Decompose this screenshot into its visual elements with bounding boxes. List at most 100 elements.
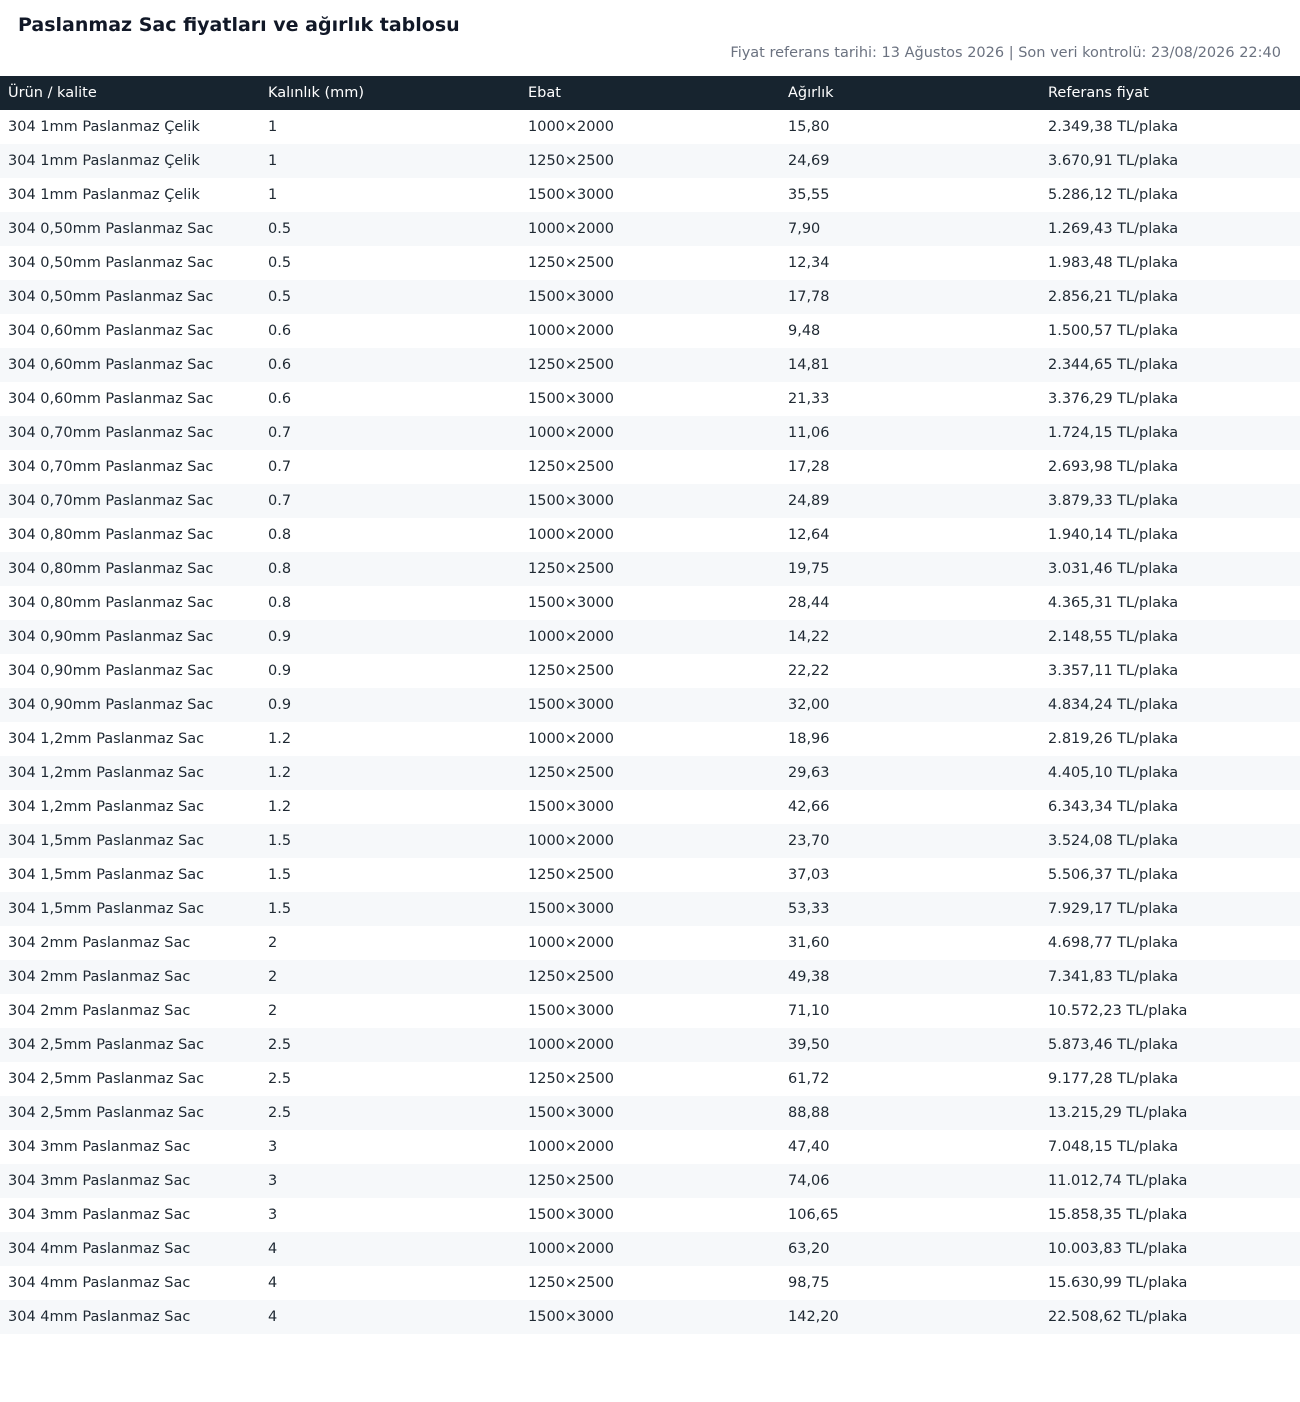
cell-weight: 31,60 — [788, 935, 830, 951]
cell-product: 304 0,60mm Paslanmaz Sac — [8, 323, 214, 339]
cell-price: 3.031,46 TL/plaka — [1048, 561, 1179, 577]
cell-weight: 61,72 — [788, 1071, 830, 1087]
cell-price: 7.341,83 TL/plaka — [1048, 969, 1179, 985]
cell-price: 10.572,23 TL/plaka — [1048, 1003, 1188, 1019]
cell-price: 1.940,14 TL/plaka — [1048, 527, 1179, 543]
cell-thickness: 0.6 — [268, 391, 292, 407]
cell-thickness: 1.2 — [268, 765, 292, 781]
cell-price: 2.349,38 TL/plaka — [1048, 119, 1179, 135]
cell-size: 1000×2000 — [528, 1139, 614, 1155]
cell-thickness: 2.5 — [268, 1105, 292, 1121]
cell-thickness: 1 — [268, 153, 278, 169]
cell-size: 1500×3000 — [528, 187, 614, 203]
cell-size: 1500×3000 — [528, 799, 614, 815]
cell-thickness: 0.5 — [268, 255, 292, 271]
cell-thickness: 3 — [268, 1173, 278, 1189]
table-row: 304 2,5mm Paslanmaz Sac 2.5 1000×2000 39,50… — [0, 1028, 1300, 1062]
table-row: 304 0,70mm Paslanmaz Sac 0.7 1250×2500 17,2… — [0, 450, 1300, 484]
cell-size: 1250×2500 — [528, 255, 614, 271]
cell-weight: 88,88 — [788, 1105, 830, 1121]
cell-product: 304 3mm Paslanmaz Sac — [8, 1173, 191, 1189]
cell-thickness: 0.9 — [268, 629, 292, 645]
table-row: 304 0,90mm Paslanmaz Sac 0.9 1000×2000 14,2… — [0, 620, 1300, 654]
cell-product: 304 2,5mm Paslanmaz Sac — [8, 1105, 205, 1121]
cell-size: 1500×3000 — [528, 595, 614, 611]
cell-thickness: 4 — [268, 1275, 278, 1291]
cell-size: 1500×3000 — [528, 901, 614, 917]
cell-weight: 29,63 — [788, 765, 830, 781]
cell-product: 304 0,90mm Paslanmaz Sac — [8, 663, 214, 679]
cell-weight: 37,03 — [788, 867, 830, 883]
cell-size: 1000×2000 — [528, 935, 614, 951]
cell-price: 13.215,29 TL/plaka — [1048, 1105, 1188, 1121]
table-row: 304 2mm Paslanmaz Sac 2 1500×3000 71,10 10.5… — [0, 994, 1300, 1028]
table-header-row: Ürün / kalite Kalınlık (mm) Ebat Ağırlık… — [0, 76, 1300, 110]
cell-thickness: 0.7 — [268, 459, 292, 475]
table-row: 304 1,2mm Paslanmaz Sac 1.2 1000×2000 18,96… — [0, 722, 1300, 756]
cell-thickness: 0.9 — [268, 663, 292, 679]
cell-product: 304 4mm Paslanmaz Sac — [8, 1275, 191, 1291]
cell-product: 304 2,5mm Paslanmaz Sac — [8, 1071, 205, 1087]
cell-size: 1500×3000 — [528, 697, 614, 713]
cell-thickness: 1.2 — [268, 799, 292, 815]
cell-thickness: 0.5 — [268, 289, 292, 305]
cell-weight: 12,64 — [788, 527, 830, 543]
column-header-price: Referans fiyat — [1048, 85, 1149, 101]
cell-size: 1250×2500 — [528, 1173, 614, 1189]
cell-product: 304 1,5mm Paslanmaz Sac — [8, 867, 205, 883]
cell-size: 1250×2500 — [528, 969, 614, 985]
cell-size: 1500×3000 — [528, 1207, 614, 1223]
table-row: 304 4mm Paslanmaz Sac 4 1500×3000 142,20 22.… — [0, 1300, 1300, 1334]
cell-size: 1250×2500 — [528, 153, 614, 169]
cell-size: 1500×3000 — [528, 1105, 614, 1121]
table-row: 304 3mm Paslanmaz Sac 3 1500×3000 106,65 15.… — [0, 1198, 1300, 1232]
cell-size: 1000×2000 — [528, 323, 614, 339]
table-row: 304 1,5mm Paslanmaz Sac 1.5 1000×2000 23,70… — [0, 824, 1300, 858]
cell-size: 1250×2500 — [528, 357, 614, 373]
cell-price: 3.524,08 TL/plaka — [1048, 833, 1179, 849]
cell-price: 7.929,17 TL/plaka — [1048, 901, 1179, 917]
cell-weight: 32,00 — [788, 697, 830, 713]
cell-weight: 39,50 — [788, 1037, 830, 1053]
cell-size: 1250×2500 — [528, 867, 614, 883]
table-row: 304 2,5mm Paslanmaz Sac 2.5 1250×2500 61,72… — [0, 1062, 1300, 1096]
column-header-thickness: Kalınlık (mm) — [268, 85, 365, 101]
cell-thickness: 2 — [268, 969, 278, 985]
cell-weight: 15,80 — [788, 119, 830, 135]
cell-size: 1500×3000 — [528, 493, 614, 509]
cell-size: 1000×2000 — [528, 527, 614, 543]
cell-price: 2.693,98 TL/plaka — [1048, 459, 1179, 475]
cell-product: 304 0,50mm Paslanmaz Sac — [8, 255, 214, 271]
column-header-size: Ebat — [528, 85, 561, 101]
cell-price: 1.500,57 TL/plaka — [1048, 323, 1179, 339]
cell-weight: 17,78 — [788, 289, 830, 305]
table-row: 304 0,50mm Paslanmaz Sac 0.5 1000×2000 7,90… — [0, 212, 1300, 246]
cell-product: 304 0,80mm Paslanmaz Sac — [8, 561, 214, 577]
cell-price: 22.508,62 TL/plaka — [1048, 1309, 1188, 1325]
cell-price: 7.048,15 TL/plaka — [1048, 1139, 1179, 1155]
cell-size: 1250×2500 — [528, 765, 614, 781]
cell-price: 9.177,28 TL/plaka — [1048, 1071, 1179, 1087]
cell-weight: 24,89 — [788, 493, 830, 509]
cell-weight: 19,75 — [788, 561, 830, 577]
cell-product: 304 0,70mm Paslanmaz Sac — [8, 459, 214, 475]
cell-price: 11.012,74 TL/plaka — [1048, 1173, 1188, 1189]
table-row: 304 0,50mm Paslanmaz Sac 0.5 1500×3000 17,7… — [0, 280, 1300, 314]
table-row: 304 2mm Paslanmaz Sac 2 1000×2000 31,60 4.69… — [0, 926, 1300, 960]
cell-thickness: 2.5 — [268, 1037, 292, 1053]
cell-price: 4.698,77 TL/plaka — [1048, 935, 1179, 951]
column-header-product: Ürün / kalite — [8, 85, 97, 101]
cell-weight: 142,20 — [788, 1309, 839, 1325]
cell-size: 1250×2500 — [528, 1071, 614, 1087]
cell-weight: 12,34 — [788, 255, 830, 271]
cell-weight: 14,22 — [788, 629, 830, 645]
cell-weight: 14,81 — [788, 357, 830, 373]
cell-weight: 17,28 — [788, 459, 830, 475]
cell-size: 1250×2500 — [528, 663, 614, 679]
cell-weight: 47,40 — [788, 1139, 830, 1155]
cell-product: 304 0,80mm Paslanmaz Sac — [8, 527, 214, 543]
cell-product: 304 2mm Paslanmaz Sac — [8, 935, 191, 951]
cell-product: 304 0,90mm Paslanmaz Sac — [8, 629, 214, 645]
cell-size: 1000×2000 — [528, 1241, 614, 1257]
table-row: 304 1,5mm Paslanmaz Sac 1.5 1500×3000 53,33… — [0, 892, 1300, 926]
